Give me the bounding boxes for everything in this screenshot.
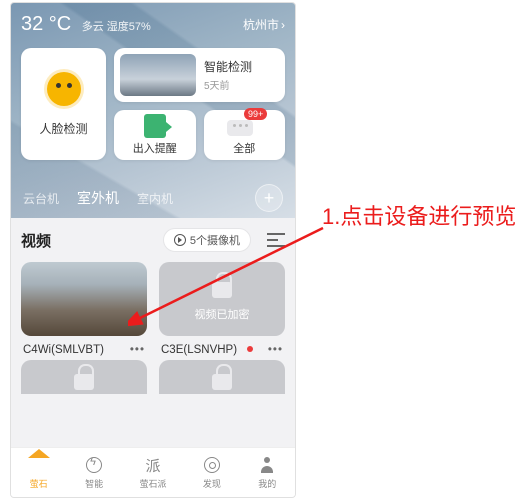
detect-title: 智能检测 <box>204 58 252 75</box>
play-icon <box>174 234 186 246</box>
entry-exit-card[interactable]: 出入提醒 <box>114 110 196 160</box>
device-name-1: C3E(LSNVHP) <box>161 344 237 356</box>
status-dot-icon <box>247 346 253 352</box>
lock-icon <box>74 374 94 390</box>
face-detect-label: 人脸检测 <box>39 120 87 137</box>
tab-outdoor[interactable]: 室外机 <box>77 188 119 208</box>
tabs-row: 云台机 室外机 室内机 + <box>11 184 295 212</box>
tabbar-me-label: 我的 <box>258 477 276 490</box>
phone-frame: 32 °C 多云 湿度57% 杭州市 › 人脸检测 智能检测 5天前 <box>10 2 296 498</box>
entry-exit-label: 出入提醒 <box>133 140 177 156</box>
door-exit-icon <box>144 114 166 138</box>
video-section-title: 视频 <box>21 230 51 251</box>
detect-time: 5天前 <box>204 77 252 92</box>
tabbar-home[interactable]: 萤石 <box>29 455 49 490</box>
device-more-0[interactable]: ••• <box>130 344 145 356</box>
layout-toggle-button[interactable] <box>267 233 285 247</box>
detect-text: 智能检测 5天前 <box>204 58 252 92</box>
camera-count-pill[interactable]: 5个摄像机 <box>163 228 251 252</box>
tabbar-pai-label: 萤石派 <box>139 477 166 490</box>
weather-row[interactable]: 32 °C 多云 湿度57% 杭州市 › <box>21 13 285 36</box>
pai-icon: 派 <box>145 455 160 476</box>
chevron-right-icon: › <box>281 18 285 32</box>
tabbar-home-label: 萤石 <box>30 477 48 490</box>
smart-detect-card[interactable]: 智能检测 5天前 <box>114 48 285 102</box>
camera-count-text: 5个摄像机 <box>190 232 240 248</box>
device-thumb-3[interactable] <box>159 360 285 394</box>
bolt-icon <box>86 457 102 473</box>
annotation-text: 1.点击设备进行预览 <box>322 202 522 233</box>
all-label: 全部 <box>233 140 255 156</box>
plus-icon: + <box>264 188 275 209</box>
tabbar-discover-label: 发现 <box>203 477 221 490</box>
home-icon <box>30 457 48 473</box>
device-thumb-1[interactable]: 视频已加密 <box>159 262 285 336</box>
weather-cond: 多云 湿度57% <box>82 21 151 33</box>
video-section: 视频 5个摄像机 C4Wi(SMLVBT) ••• 视频已加密 <box>11 218 295 394</box>
device-row-1: C3E(LSNVHP) ••• <box>159 336 285 356</box>
user-icon <box>259 457 275 473</box>
bottom-tabbar: 萤石 智能 派 萤石派 发现 我的 <box>11 447 295 497</box>
all-card[interactable]: 99+ 全部 <box>204 110 286 160</box>
tabbar-smart[interactable]: 智能 <box>84 455 104 490</box>
add-device-button[interactable]: + <box>255 184 283 212</box>
tab-indoor[interactable]: 室内机 <box>137 190 173 207</box>
tabbar-discover[interactable]: 发现 <box>202 455 222 490</box>
device-status-1 <box>247 344 257 356</box>
encrypted-text: 视频已加密 <box>159 306 285 322</box>
device-card-0[interactable]: C4Wi(SMLVBT) ••• <box>21 262 147 356</box>
device-thumb-2[interactable] <box>21 360 147 394</box>
header-panel: 32 °C 多云 湿度57% 杭州市 › 人脸检测 智能检测 5天前 <box>11 3 295 218</box>
device-name-0: C4Wi(SMLVBT) <box>23 344 104 356</box>
face-icon <box>47 72 81 106</box>
device-row-0: C4Wi(SMLVBT) ••• <box>21 336 147 356</box>
video-section-header: 视频 5个摄像机 <box>21 228 285 252</box>
compass-icon <box>204 457 220 473</box>
device-more-1[interactable]: ••• <box>268 344 283 356</box>
tab-ptz[interactable]: 云台机 <box>23 190 59 207</box>
weather-left: 32 °C 多云 湿度57% <box>21 13 151 36</box>
device-card-1[interactable]: 视频已加密 C3E(LSNVHP) ••• <box>159 262 285 356</box>
chat-bubble-icon <box>227 120 253 136</box>
all-icon: 99+ <box>227 114 261 136</box>
small-cards-row: 出入提醒 99+ 全部 <box>114 110 285 160</box>
video-grid-cutoff <box>21 360 285 394</box>
lock-icon <box>212 374 232 390</box>
tabbar-me[interactable]: 我的 <box>257 455 277 490</box>
temperature: 32 °C <box>21 13 71 35</box>
tabbar-pai[interactable]: 派 萤石派 <box>139 455 166 490</box>
lock-icon <box>212 282 232 298</box>
tabbar-smart-label: 智能 <box>85 477 103 490</box>
all-badge: 99+ <box>244 108 267 120</box>
right-cards-col: 智能检测 5天前 出入提醒 99+ 全部 <box>114 48 285 160</box>
device-thumb-0[interactable] <box>21 262 147 336</box>
face-detect-card[interactable]: 人脸检测 <box>21 48 106 160</box>
city-picker[interactable]: 杭州市 › <box>243 16 285 33</box>
video-grid: C4Wi(SMLVBT) ••• 视频已加密 C3E(LSNVHP) ••• <box>21 262 285 356</box>
detect-thumb <box>120 54 196 96</box>
cards-grid: 人脸检测 智能检测 5天前 出入提醒 <box>21 48 285 160</box>
city-name: 杭州市 <box>243 16 279 33</box>
